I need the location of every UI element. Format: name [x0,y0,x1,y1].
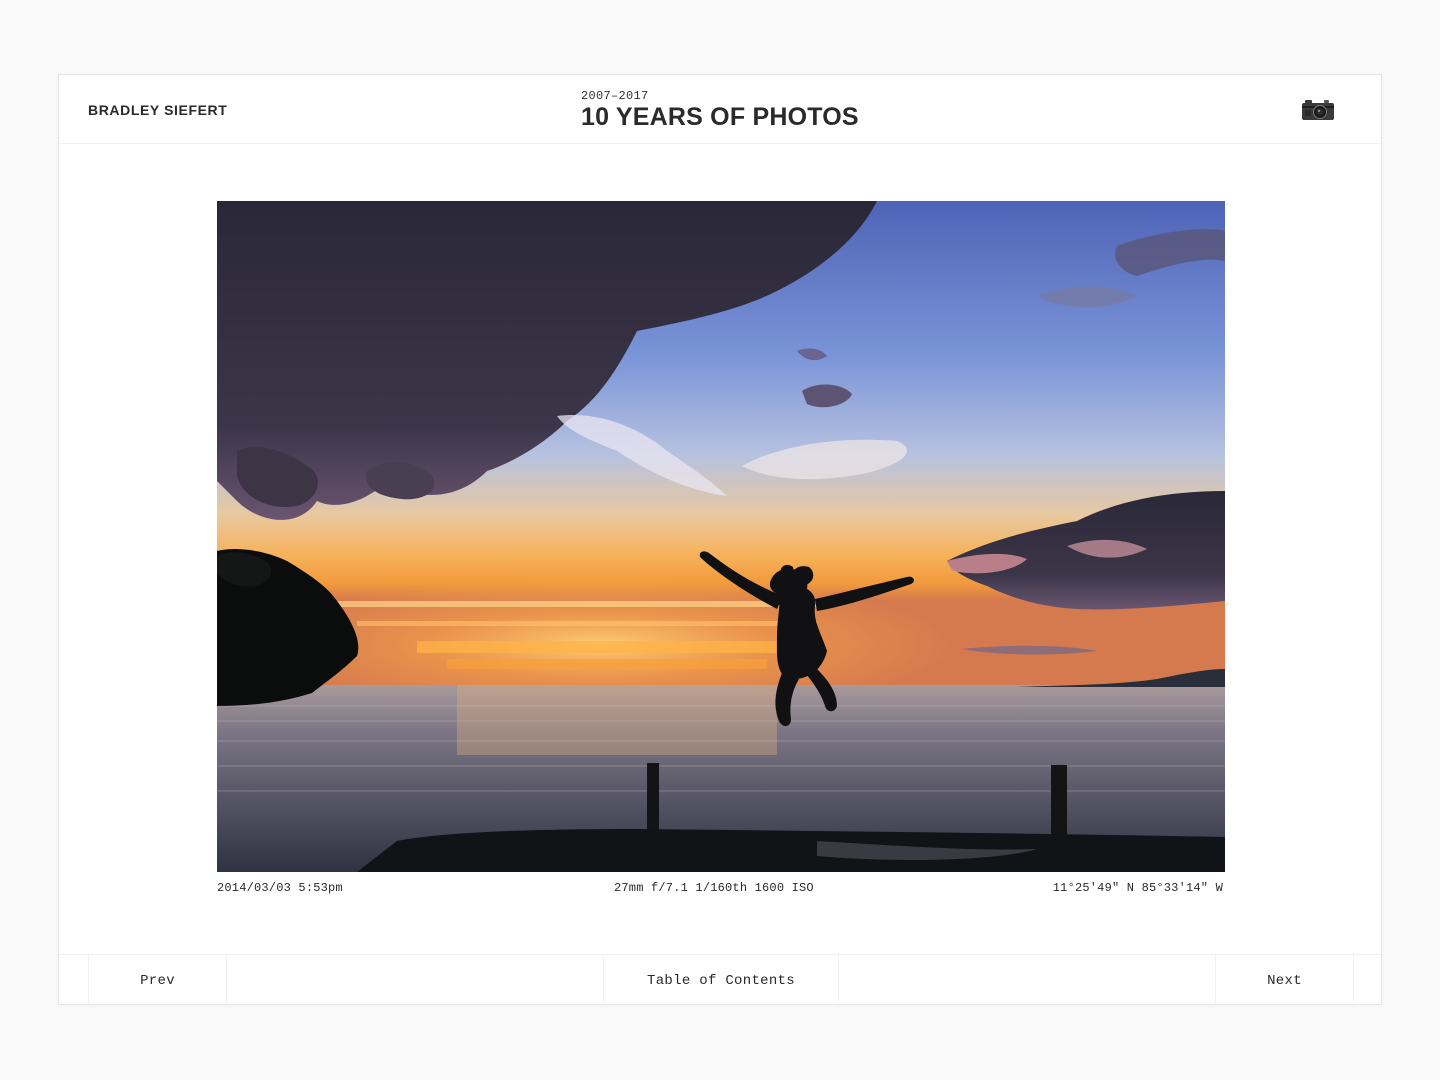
header: BRADLEY SIEFERT 2007–2017 10 YEARS OF PH… [59,75,1381,144]
year-range: 2007–2017 [581,89,649,103]
page-title: 10 YEARS OF PHOTOS [581,103,859,131]
next-button[interactable]: Next [1215,955,1354,1006]
photo-exif: 27mm f/7.1 1/160th 1600 ISO [614,881,814,895]
photo-location: 11°25′49″ N 85°33′14″ W [1052,881,1223,895]
camera-icon[interactable] [1301,99,1335,121]
footer-nav: Prev Table of Contents Next [59,954,1381,1006]
photo-date: 2014/03/03 5:53pm [217,881,343,895]
prev-button[interactable]: Prev [88,955,227,1006]
title-block: 2007–2017 10 YEARS OF PHOTOS [581,89,859,131]
page-card: BRADLEY SIEFERT 2007–2017 10 YEARS OF PH… [58,74,1382,1006]
featured-photo [217,201,1225,872]
table-of-contents-button[interactable]: Table of Contents [603,955,839,1006]
author-link[interactable]: BRADLEY SIEFERT [88,102,227,118]
